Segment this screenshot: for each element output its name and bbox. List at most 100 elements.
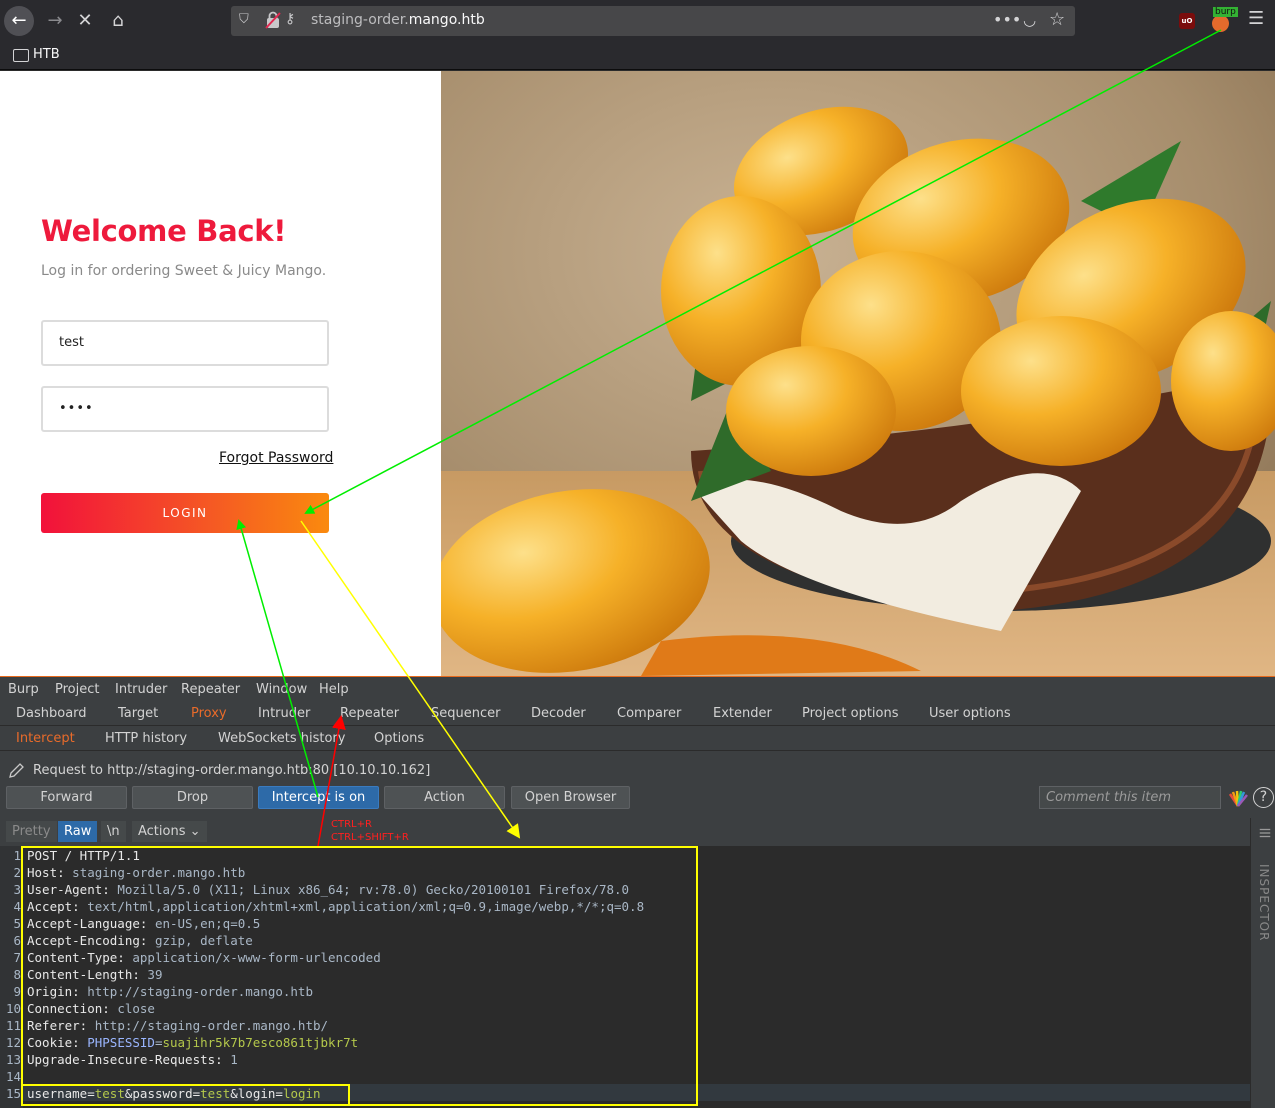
key-icon[interactable]: ⚷: [285, 11, 295, 27]
menu-intruder[interactable]: Intruder: [115, 682, 167, 697]
action-button[interactable]: Action: [384, 786, 505, 809]
actions-dropdown[interactable]: Actions ⌄: [132, 821, 207, 842]
open-browser-button[interactable]: Open Browser: [511, 786, 630, 809]
tab-proxy[interactable]: Proxy: [191, 706, 227, 721]
burp-extension-button[interactable]: burp: [1209, 6, 1238, 34]
folder-icon: [13, 49, 29, 62]
line-number: 5: [13, 916, 21, 931]
request-line: 9 Origin: http://staging-order.mango.htb: [0, 983, 1250, 1000]
line-text: Referer: http://staging-order.mango.htb/: [27, 1017, 328, 1034]
highlight-color-icon[interactable]: [1228, 788, 1248, 808]
header-name: Accept:: [27, 899, 80, 914]
equals: =: [87, 1086, 95, 1101]
insecure-lock-icon[interactable]: [265, 11, 281, 29]
header-name: Connection:: [27, 1001, 110, 1016]
proxy-subtabs: Intercept HTTP history WebSockets histor…: [0, 726, 1275, 751]
line-number: 4: [13, 899, 21, 914]
forgot-password-link[interactable]: Forgot Password: [219, 450, 333, 466]
webpage: Welcome Back! Log in for ordering Sweet …: [0, 71, 1275, 676]
actions-label: Actions: [138, 824, 186, 839]
bookmark-folder-htb[interactable]: HTB: [33, 47, 60, 62]
line-number: 14: [5, 1069, 21, 1084]
hamburger-menu-icon[interactable]: ☰: [1248, 8, 1264, 29]
request-line: 3 User-Agent: Mozilla/5.0 (X11; Linux x86…: [0, 881, 1250, 898]
header-name: Upgrade-Insecure-Requests:: [27, 1052, 223, 1067]
request-line: 4 Accept: text/html,application/xhtml+xml…: [0, 898, 1250, 915]
subtab-intercept[interactable]: Intercept: [16, 731, 75, 746]
line-number: 12: [5, 1035, 21, 1050]
ublock-icon[interactable]: uO: [1179, 13, 1195, 29]
line-text: Content-Type: application/x-www-form-url…: [27, 949, 381, 966]
line-number: 13: [5, 1052, 21, 1067]
request-line: 15 username=test&password=test&login=logi…: [0, 1085, 1250, 1102]
tab-comparer[interactable]: Comparer: [617, 706, 681, 721]
menu-repeater[interactable]: Repeater: [181, 682, 240, 697]
subtab-http-history[interactable]: HTTP history: [105, 731, 187, 746]
help-icon[interactable]: ?: [1253, 787, 1274, 808]
menu-project[interactable]: Project: [55, 682, 99, 697]
mango-basket-image: [441, 71, 1275, 676]
menu-burp[interactable]: Burp: [8, 682, 39, 697]
request-line: 13 Upgrade-Insecure-Requests: 1: [0, 1051, 1250, 1068]
line-text: Origin: http://staging-order.mango.htb: [27, 983, 313, 1000]
tab-extender[interactable]: Extender: [713, 706, 772, 721]
header-name: Content-Length:: [27, 967, 140, 982]
raw-view-button[interactable]: Raw: [58, 821, 98, 842]
bookmarks-bar: HTB: [0, 42, 1275, 70]
comment-input[interactable]: Comment this item: [1039, 786, 1221, 809]
stop-loading-button[interactable]: ✕: [70, 6, 100, 36]
tab-dashboard[interactable]: Dashboard: [16, 706, 87, 721]
url-text[interactable]: staging-order.mango.htb: [311, 12, 485, 28]
pocket-icon[interactable]: ◡: [1023, 11, 1036, 29]
drop-button[interactable]: Drop: [132, 786, 253, 809]
password-input[interactable]: ••••: [41, 386, 329, 432]
home-button[interactable]: ⌂: [103, 6, 133, 36]
tab-intruder[interactable]: Intruder: [258, 706, 310, 721]
line-number: 15: [5, 1086, 21, 1101]
line-text: POST / HTTP/1.1: [27, 847, 140, 864]
url-bar[interactable]: ⛉ ⚷ staging-order.mango.htb ••• ◡ ☆: [231, 6, 1075, 36]
shield-icon[interactable]: ⛉: [239, 12, 253, 28]
username-input[interactable]: test: [41, 320, 329, 366]
header-value: staging-order.mango.htb: [64, 865, 246, 880]
inspector-panel[interactable]: [1250, 818, 1275, 1108]
header-value: en-US,en;q=0.5: [147, 916, 261, 931]
tab-target[interactable]: Target: [118, 706, 158, 721]
login-button[interactable]: LOGIN: [41, 493, 329, 533]
burp-suite-window: Burp Project Intruder Repeater Window He…: [0, 677, 1275, 1108]
header-value: http://staging-order.mango.htb/: [87, 1018, 329, 1033]
request-editor[interactable]: 1 POST / HTTP/1.1 2 Host: staging-order.man…: [0, 846, 1250, 1108]
request-line: 7 Content-Type: application/x-www-form-ur…: [0, 949, 1250, 966]
intercept-toggle-button[interactable]: Intercept is on: [258, 786, 379, 809]
menu-window[interactable]: Window: [256, 682, 307, 697]
forward-button[interactable]: Forward: [6, 786, 127, 809]
tab-sequencer[interactable]: Sequencer: [431, 706, 500, 721]
tab-decoder[interactable]: Decoder: [531, 706, 586, 721]
menu-help[interactable]: Help: [319, 682, 349, 697]
subtab-options[interactable]: Options: [374, 731, 424, 746]
header-value: 39: [139, 967, 163, 982]
request-target-info: Request to http://staging-order.mango.ht…: [33, 763, 431, 778]
inspector-label: INSPECTOR: [1257, 864, 1271, 942]
tab-user-options[interactable]: User options: [929, 706, 1011, 721]
subtab-websockets-history[interactable]: WebSockets history: [218, 731, 345, 746]
tab-repeater[interactable]: Repeater: [340, 706, 399, 721]
page-actions-icon[interactable]: •••: [993, 10, 1021, 29]
param-value: login: [282, 1086, 321, 1101]
line-number: 6: [13, 933, 21, 948]
back-button[interactable]: ←: [4, 6, 34, 36]
line-text: username=test&password=test&login=login: [27, 1085, 321, 1102]
line-text: Content-Length: 39: [27, 966, 162, 983]
bookmark-star-icon[interactable]: ☆: [1049, 9, 1065, 30]
request-line: 10 Connection: close: [0, 1000, 1250, 1017]
show-newlines-button[interactable]: \n: [101, 821, 126, 842]
tab-project-options[interactable]: Project options: [802, 706, 899, 721]
line-text: Accept: text/html,application/xhtml+xml,…: [27, 898, 644, 915]
line-number: 3: [13, 882, 21, 897]
param-name: username: [27, 1086, 88, 1101]
header-value: application/x-www-form-urlencoded: [124, 950, 381, 965]
forward-button[interactable]: →: [40, 6, 70, 36]
pretty-view-button[interactable]: Pretty: [6, 821, 57, 842]
inspector-menu-icon[interactable]: [1258, 827, 1272, 839]
header-name: Accept-Encoding:: [27, 933, 148, 948]
